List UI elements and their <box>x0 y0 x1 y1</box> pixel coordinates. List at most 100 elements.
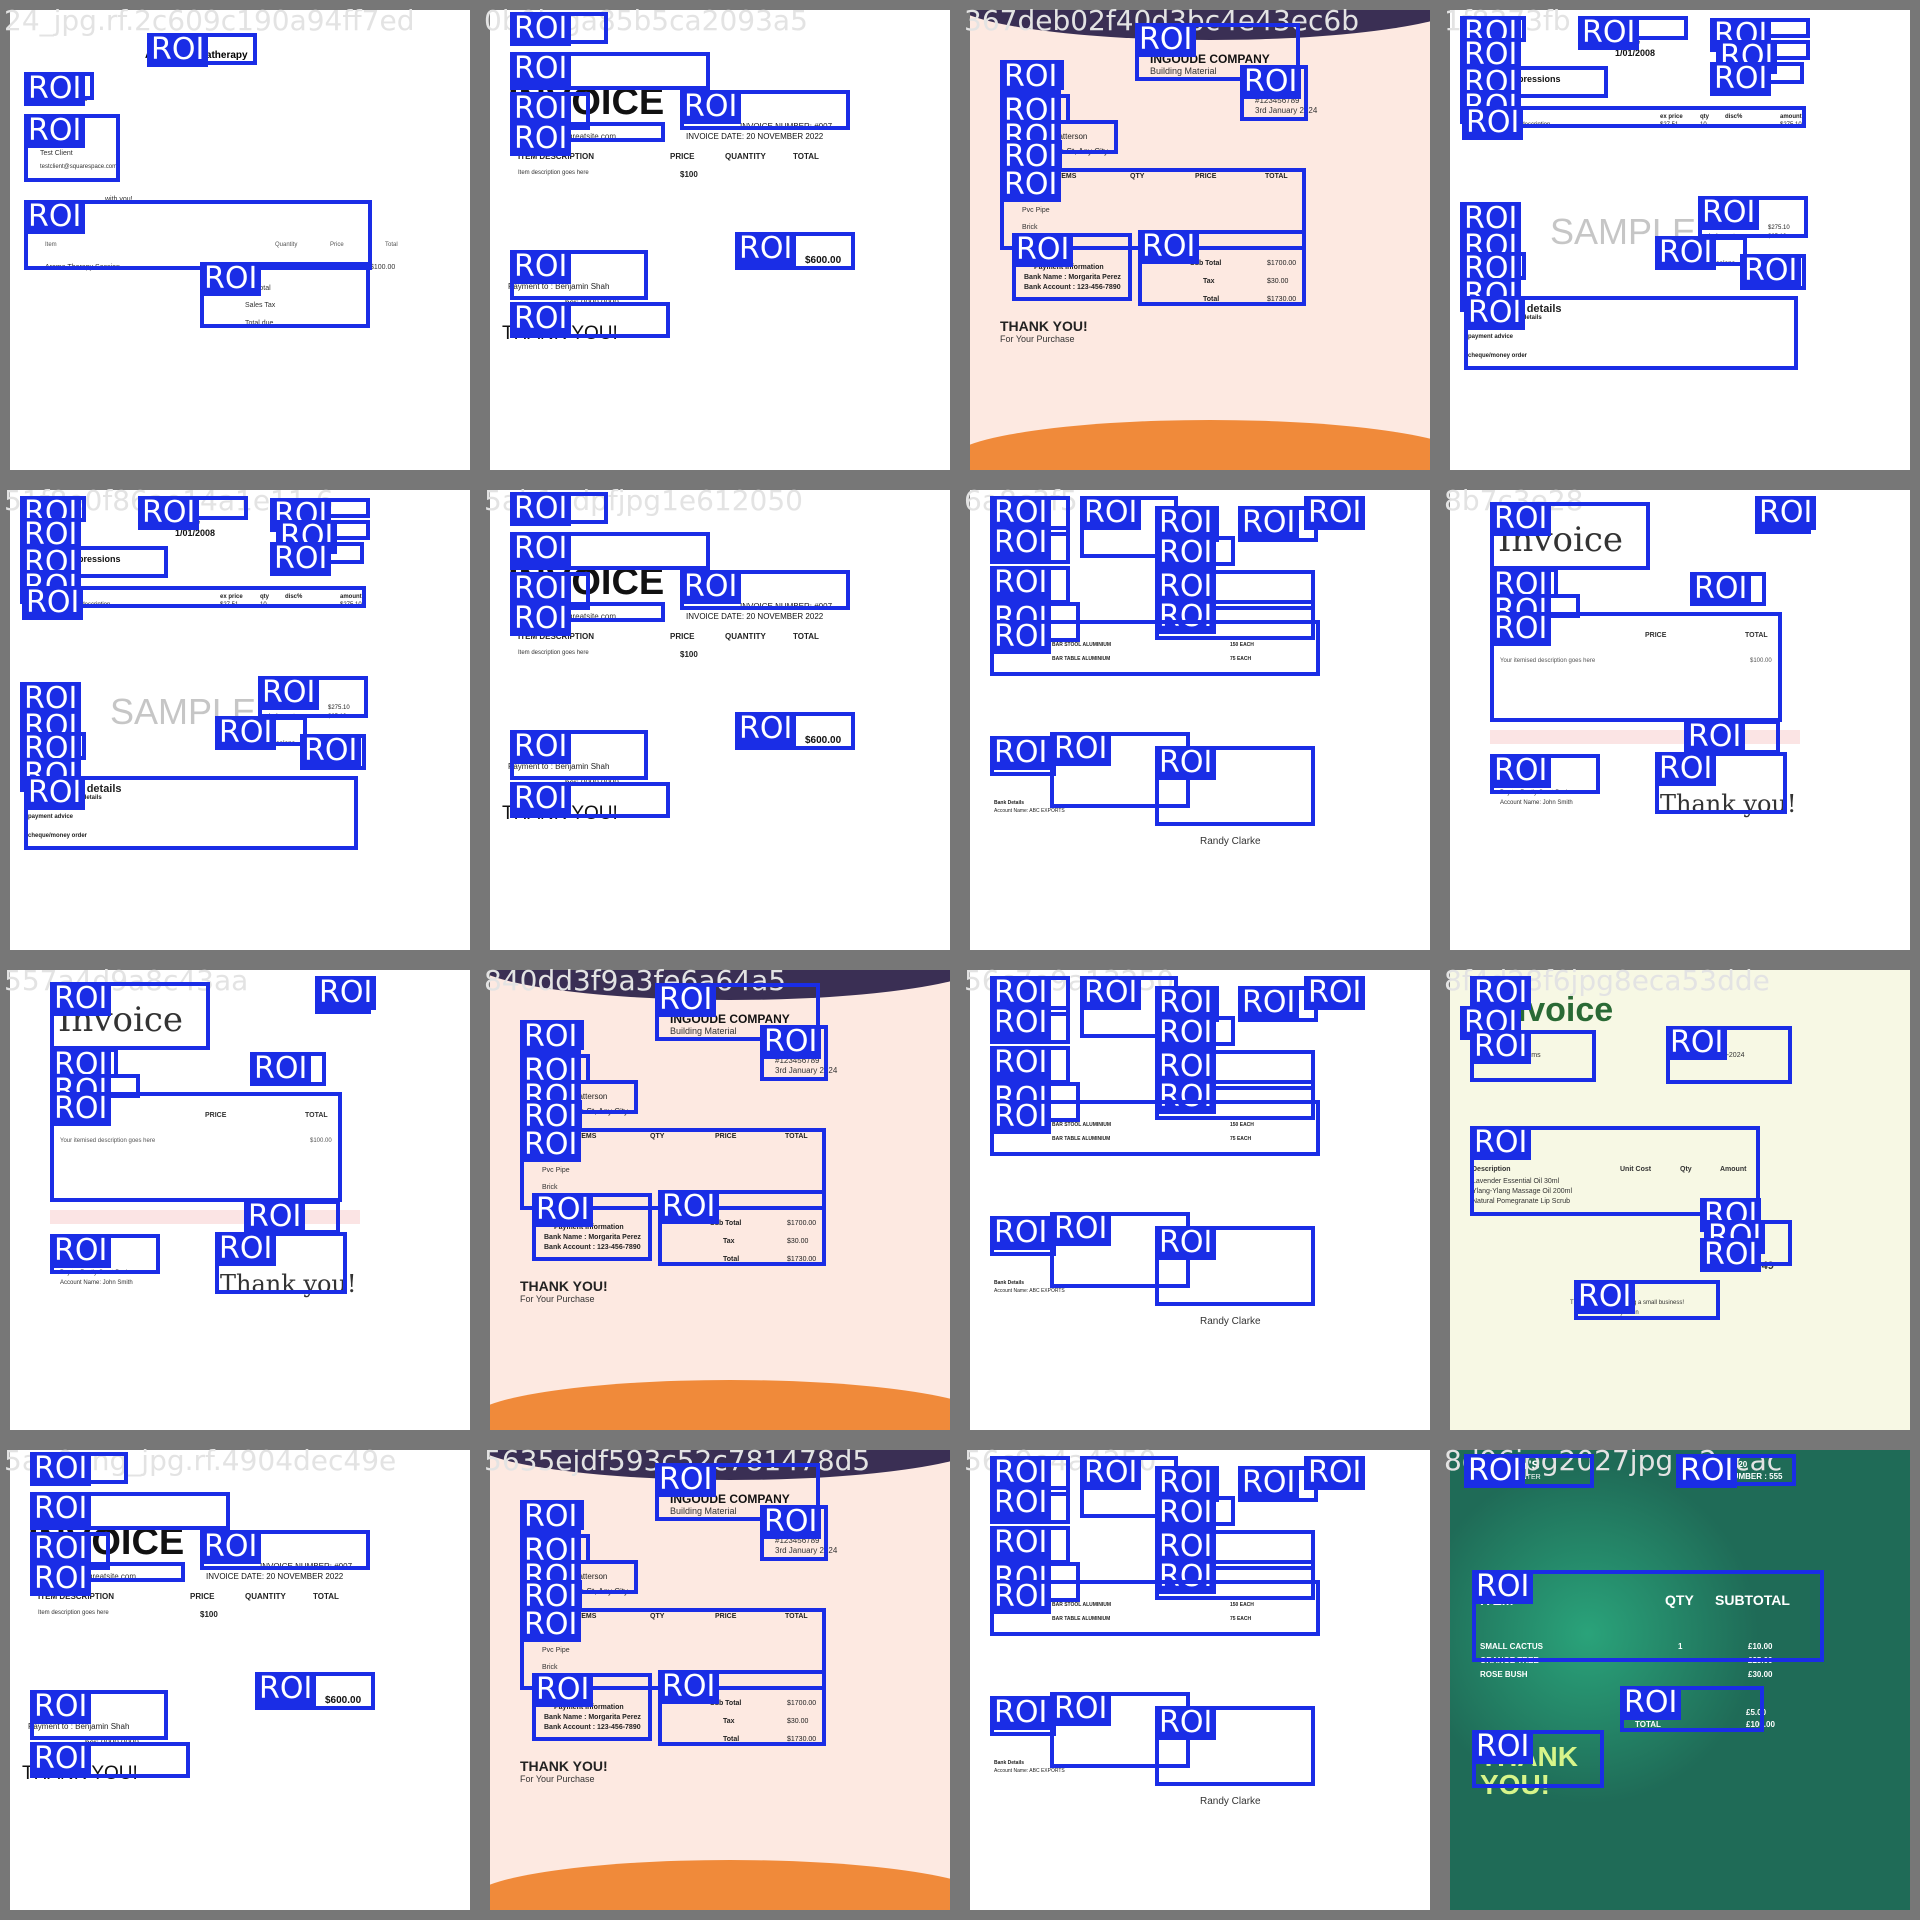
invoice-text: $100.00 <box>370 264 396 271</box>
roi-label: ROI <box>1304 496 1366 530</box>
roi-label: ROI <box>990 620 1052 654</box>
roi-box: ROI <box>510 730 648 780</box>
invoice-text: Randy Clarke <box>1200 836 1261 847</box>
roi-label: ROI <box>1755 496 1817 530</box>
roi-label: ROI <box>300 734 362 768</box>
invoice-text: PRICE <box>670 152 695 161</box>
roi-label: ROI <box>990 1526 1052 1560</box>
roi-label: ROI <box>30 1690 92 1724</box>
roi-box: ROI <box>215 716 307 750</box>
roi-label: ROI <box>255 1672 317 1706</box>
roi-box: ROI <box>1304 976 1366 1010</box>
roi-label: ROI <box>532 1673 594 1707</box>
invoice-text: Account Name: John Smith <box>60 1280 133 1286</box>
roi-label: ROI <box>658 1670 720 1704</box>
roi-label: ROI <box>510 302 572 336</box>
invoice-text: Item description goes here <box>518 650 589 656</box>
invoice-text: Bank Details <box>994 800 1025 806</box>
roi-box: ROI <box>270 498 370 532</box>
roi-label: ROI <box>990 1100 1052 1134</box>
roi-box: ROI <box>1000 140 1062 174</box>
roi-label: ROI <box>990 1216 1052 1250</box>
roi-box: ROI <box>138 496 248 530</box>
roi-label: ROI <box>200 1530 262 1564</box>
tile-6: 6a8c3f5ABC ExportsBAR STOOL ALUMINIUMBAR… <box>960 480 1440 960</box>
invoice-text: Randy Clarke <box>1200 1796 1261 1807</box>
roi-label: ROI <box>510 250 572 284</box>
invoice-text: Item description goes here <box>518 170 589 176</box>
invoice-text: $100 <box>680 170 698 179</box>
roi-box: ROI <box>990 526 1070 564</box>
roi-label: ROI <box>30 1452 92 1486</box>
invoice-text: TOTAL <box>313 1592 339 1601</box>
roi-label: ROI <box>510 122 572 156</box>
roi-label: ROI <box>1155 1706 1217 1740</box>
roi-box: ROI <box>1666 1026 1792 1084</box>
roi-label: ROI <box>760 1025 822 1059</box>
roi-box: ROI <box>30 1452 128 1486</box>
roi-label: ROI <box>990 1046 1052 1080</box>
roi-box: ROI <box>24 72 94 106</box>
invoice-text: $100 <box>680 650 698 659</box>
roi-box: ROI <box>1472 1570 1824 1662</box>
roi-label: ROI <box>1740 254 1802 288</box>
decor-wave <box>490 1860 950 1910</box>
roi-box: ROI <box>520 1020 584 1054</box>
roi-label: ROI <box>520 1128 582 1162</box>
invoice-text: For Your Purchase <box>1000 334 1075 344</box>
roi-label: ROI <box>532 1193 594 1227</box>
roi-label: ROI <box>1155 1226 1217 1260</box>
tile-14: 56c9e4a4250ABC ExportsBAR STOOL ALUMINIU… <box>960 1440 1440 1920</box>
roi-box: ROI <box>1655 752 1787 814</box>
invoice-text: QUANTITY <box>245 1592 286 1601</box>
roi-box: ROI <box>1155 746 1315 826</box>
roi-box: ROI <box>1710 18 1810 52</box>
roi-box: ROI <box>990 1580 1320 1636</box>
roi-label: ROI <box>520 1500 582 1534</box>
roi-label: ROI <box>658 1190 720 1224</box>
roi-box: ROI <box>50 1092 342 1202</box>
roi-label: ROI <box>1676 1454 1738 1488</box>
invoice-text: Account Name: ABC EXPORTS <box>994 1768 1065 1774</box>
roi-box: ROI <box>255 1672 375 1710</box>
roi-box: ROI <box>1655 236 1747 270</box>
roi-label: ROI <box>735 232 797 266</box>
tile-1: 0b0jpga85b5ca2093a5 INVOICE VA greatsite.co… <box>480 0 960 480</box>
roi-label: ROI <box>30 1742 92 1776</box>
roi-box: ROI <box>990 620 1320 676</box>
roi-label: ROI <box>1464 1454 1526 1488</box>
roi-label: ROI <box>1574 1280 1636 1314</box>
roi-label: ROI <box>1472 1570 1534 1604</box>
roi-label: ROI <box>990 1580 1052 1614</box>
roi-label: ROI <box>50 982 112 1016</box>
roi-box: ROI <box>1155 1226 1315 1306</box>
invoice-text: QUANTITY <box>725 152 766 161</box>
roi-box: ROI <box>270 542 364 576</box>
roi-label: ROI <box>510 492 572 526</box>
roi-label: ROI <box>138 496 200 530</box>
roi-label: ROI <box>1700 1238 1762 1272</box>
roi-box: ROI <box>760 1025 828 1081</box>
roi-box: ROI <box>1470 1030 1596 1082</box>
roi-box: ROI <box>315 976 377 1014</box>
tile-0: 24_jpg.rf.2c609c190a94ff7edAlma's Aromat… <box>0 0 480 480</box>
tile-2: 367deb02f40d3bc4e43ec6b INGOUDE COMPANY Bu… <box>960 0 1440 480</box>
roi-box: ROI <box>735 232 855 270</box>
roi-box: ROI <box>990 1006 1070 1044</box>
roi-box: ROI <box>1490 754 1600 794</box>
invoice-text: Item description goes here <box>38 1610 109 1616</box>
roi-box: ROI <box>1464 1454 1594 1488</box>
roi-label: ROI <box>24 200 86 234</box>
invoice-text: Total <box>385 242 398 248</box>
roi-box: ROI <box>1138 230 1306 306</box>
roi-label: ROI <box>1655 236 1717 270</box>
roi-label: ROI <box>1000 60 1062 94</box>
roi-box: ROI <box>510 492 608 526</box>
invoice-text: ROSE BUSH <box>1480 1670 1528 1679</box>
roi-box: ROI <box>24 200 372 270</box>
roi-box: ROI <box>532 1193 652 1261</box>
roi-mosaic: 24_jpg.rf.2c609c190a94ff7edAlma's Aromat… <box>0 0 1920 1920</box>
invoice-text: Account Name: John Smith <box>1500 800 1573 806</box>
roi-label: ROI <box>147 33 209 67</box>
roi-box: ROI <box>1620 1686 1764 1732</box>
